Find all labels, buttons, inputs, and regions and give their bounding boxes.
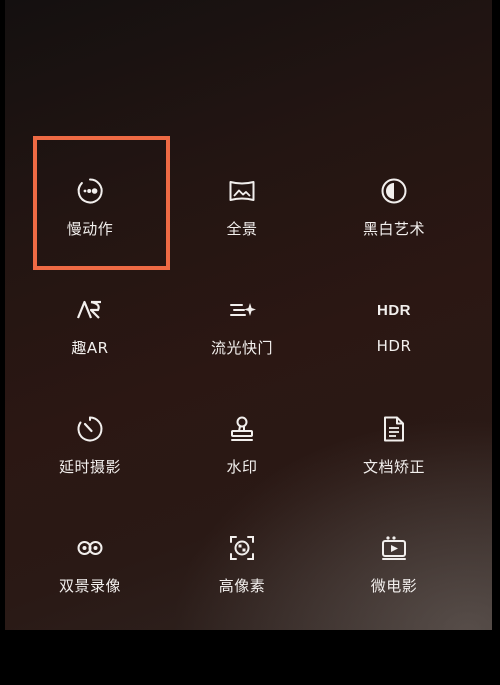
mode-document-correction[interactable]: 文档矫正: [319, 388, 469, 507]
mode-label: 双景录像: [58, 577, 121, 595]
mode-label: HDR: [376, 337, 412, 355]
mode-fun-ar[interactable]: 趣AR: [15, 269, 165, 388]
ar-icon: [76, 296, 104, 324]
mode-time-lapse[interactable]: 延时摄影: [15, 388, 165, 507]
mode-label: 水印: [226, 458, 258, 476]
micro-movie-icon: [380, 534, 408, 562]
mode-label: 微电影: [370, 577, 418, 595]
mode-panorama[interactable]: 全景: [167, 150, 317, 269]
bottom-black-bar: [0, 630, 500, 685]
mode-high-resolution[interactable]: 高像素: [167, 507, 317, 626]
mode-label: 全景: [226, 220, 258, 238]
hdr-icon-text: HDR: [377, 301, 411, 319]
mode-slow-motion[interactable]: 慢动作: [15, 150, 165, 269]
mode-label: 高像素: [218, 577, 266, 595]
mode-label: 延时摄影: [58, 458, 121, 476]
panorama-icon: [228, 177, 256, 205]
hdr-icon: HDR: [377, 296, 411, 324]
mode-label: 慢动作: [66, 220, 114, 238]
mode-monochrome[interactable]: 黑白艺术: [319, 150, 469, 269]
document-icon: [380, 415, 408, 443]
mode-label: 流光快门: [210, 339, 273, 357]
mode-dual-view[interactable]: 双景录像: [15, 507, 165, 626]
monochrome-icon: [380, 177, 408, 205]
mode-label: 趣AR: [71, 339, 109, 357]
watermark-stamp-icon: [228, 415, 256, 443]
slow-motion-icon: [76, 177, 104, 205]
mode-label: 文档矫正: [362, 458, 425, 476]
mode-label: 黑白艺术: [362, 220, 425, 238]
mode-micro-movie[interactable]: 微电影: [319, 507, 469, 626]
light-painting-icon: [228, 296, 256, 324]
dual-view-icon: [76, 534, 104, 562]
mode-grid: 慢动作 全景 黑白艺术 趣AR 流光快门 HDR HDR 延时摄影 水印 文档矫…: [15, 150, 485, 626]
mode-light-painting[interactable]: 流光快门: [167, 269, 317, 388]
high-resolution-icon: [228, 534, 256, 562]
mode-hdr[interactable]: HDR HDR: [319, 269, 469, 388]
time-lapse-icon: [76, 415, 104, 443]
mode-watermark[interactable]: 水印: [167, 388, 317, 507]
